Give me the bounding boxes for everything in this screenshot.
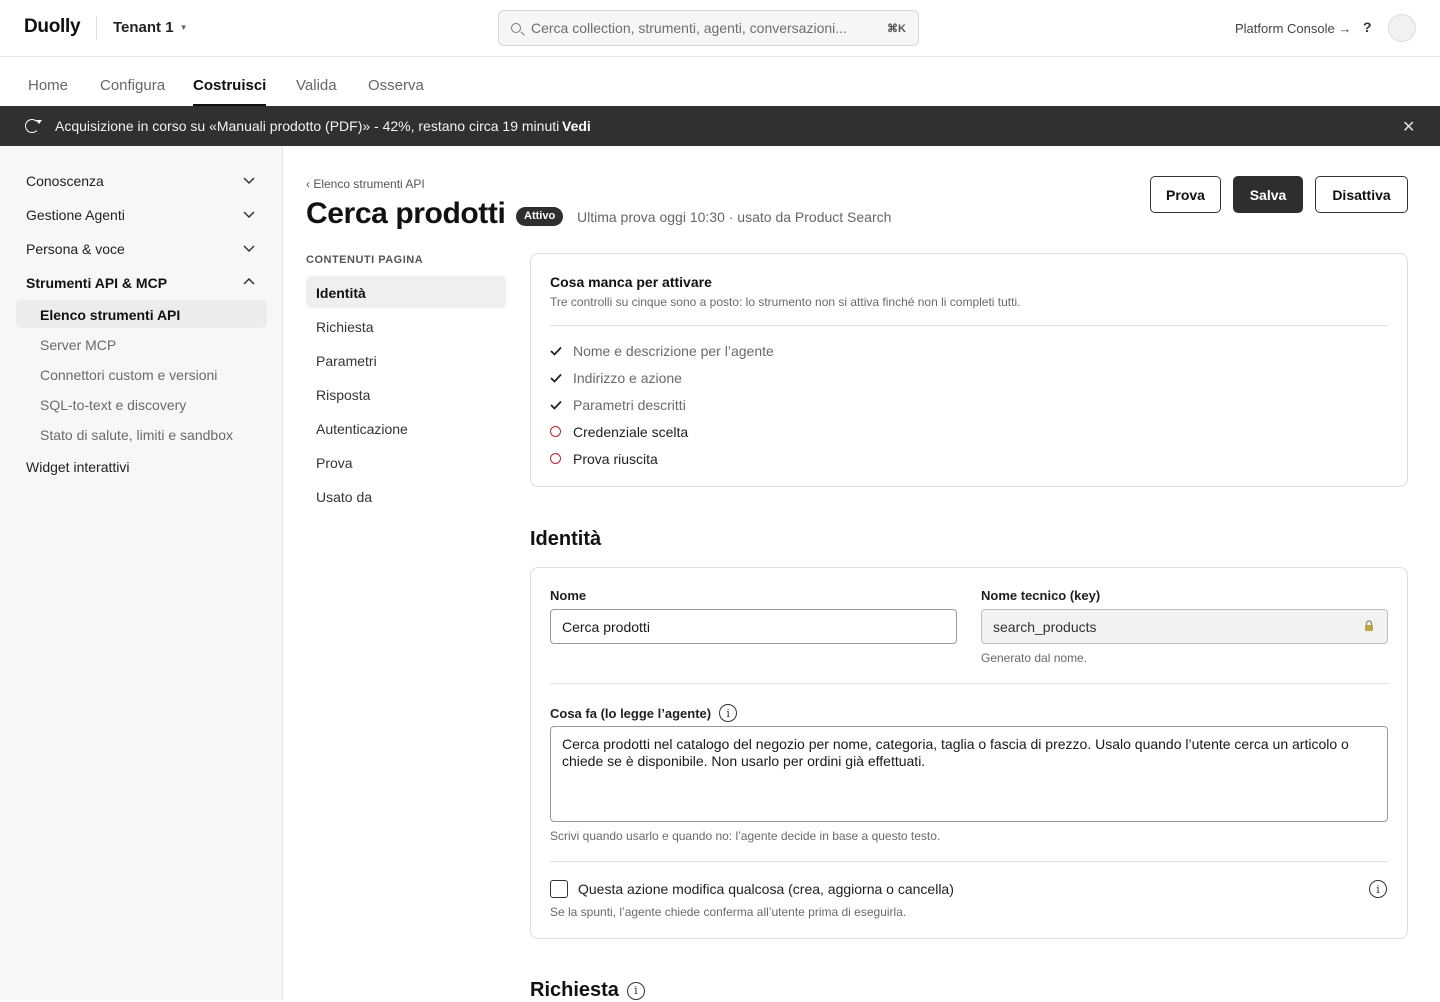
sidebar-group-strumenti-api[interactable]: Strumenti API & MCP [26, 275, 258, 291]
breadcrumb[interactable]: ‹ Elenco strumenti API [306, 177, 425, 191]
check-icon [550, 343, 573, 359]
info-icon[interactable]: i [1369, 880, 1387, 898]
checklist-item-label: Indirizzo e azione [573, 370, 682, 386]
description-textarea[interactable]: Cerca prodotti nel catalogo del negozio … [550, 726, 1388, 822]
divider [550, 683, 1388, 684]
section-title-identita: Identità [530, 528, 601, 551]
tenant-selector[interactable]: Tenant 1 ▼ [113, 19, 188, 36]
checklist-item: Parametri descritti [550, 397, 686, 413]
toc-item-parametri[interactable]: Parametri [316, 353, 377, 369]
checklist-item: Indirizzo e azione [550, 370, 682, 386]
chevron-down-icon: ▼ [179, 23, 188, 32]
search-icon [511, 23, 521, 33]
checklist-item-label: Credenziale scelta [573, 424, 689, 440]
chevron-up-icon [242, 275, 258, 291]
platform-console-link[interactable]: Platform Console → [1235, 21, 1351, 36]
description-label-row: Cosa fa (lo legge l’agente) i [550, 704, 738, 722]
checklist-item: Nome e descrizione per l’agente [550, 343, 774, 359]
description-hint: Scrivi quando usarlo e quando no: l’agen… [550, 829, 941, 843]
toc-item-risposta[interactable]: Risposta [316, 387, 370, 403]
main-nav-tabs: Home Configura Costruisci Valida Osserva [0, 57, 1440, 106]
tab-osserva[interactable]: Osserva [368, 77, 424, 94]
sidebar-group-persona-voce[interactable]: Persona & voce [26, 241, 258, 257]
toc-item-identita[interactable]: Identità [316, 285, 366, 301]
app-logo[interactable]: Duolly [24, 16, 81, 38]
sidebar-group-label: Strumenti API & MCP [26, 275, 168, 291]
sidebar-group-label: Persona & voce [26, 241, 125, 257]
tab-home[interactable]: Home [28, 77, 68, 94]
info-icon[interactable]: i [626, 981, 645, 1000]
modifies-checkbox-label[interactable]: Questa azione modifica qualcosa (crea, a… [578, 881, 954, 897]
tab-costruisci[interactable]: Costruisci [193, 77, 267, 106]
name-label: Nome [550, 588, 587, 603]
sidebar-group-label: Conoscenza [26, 173, 104, 189]
pending-circle-icon [550, 451, 573, 467]
banner-message: Acquisizione in corso su «Manuali prodot… [55, 118, 560, 134]
sidebar-item-connettori-custom[interactable]: Connettori custom e versioni [40, 367, 217, 383]
description-label: Cosa fa (lo legge l’agente) [550, 705, 712, 721]
lock-icon [1365, 620, 1373, 631]
checklist-item-label: Nome e descrizione per l’agente [573, 343, 774, 359]
refresh-icon [25, 119, 39, 133]
help-button[interactable]: ? [1363, 19, 1372, 35]
search-input[interactable] [531, 20, 888, 36]
deactivate-button[interactable]: Disattiva [1315, 176, 1408, 213]
divider [96, 16, 97, 40]
info-icon[interactable]: i [719, 704, 738, 722]
global-search[interactable]: ⌘K [498, 10, 919, 46]
sidebar-group-gestione-agenti[interactable]: Gestione Agenti [26, 207, 258, 223]
sidebar-item-server-mcp[interactable]: Server MCP [40, 337, 116, 353]
toc-heading: CONTENUTI PAGINA [306, 254, 424, 266]
section-title-richiesta: Richiesta i [530, 979, 645, 1002]
modifies-checkbox[interactable] [550, 880, 568, 898]
sidebar-item-stato-salute[interactable]: Stato di salute, limiti e sandbox [40, 427, 233, 443]
divider [550, 861, 1388, 862]
page-title: Cerca prodotti [306, 197, 506, 230]
toc-item-prova[interactable]: Prova [316, 455, 353, 471]
toc-item-usato-da[interactable]: Usato da [316, 489, 372, 505]
checklist-item: Credenziale scelta [550, 424, 688, 440]
divider [550, 325, 1388, 326]
sidebar-group-conoscenza[interactable]: Conoscenza [26, 173, 258, 189]
name-input[interactable] [550, 609, 957, 644]
sidebar-item-sql-to-text[interactable]: SQL-to-text e discovery [40, 397, 186, 413]
sidebar-group-label: Widget interattivi [26, 459, 130, 475]
checklist-item-label: Prova riuscita [573, 451, 658, 467]
try-button[interactable]: Prova [1150, 176, 1221, 213]
checklist-item: Prova riuscita [550, 451, 658, 467]
checklist-subtitle: Tre controlli su cinque sono a posto: lo… [550, 295, 1021, 309]
section-title-text: Richiesta [530, 979, 619, 1001]
tab-valida[interactable]: Valida [296, 77, 337, 94]
check-icon [550, 397, 573, 413]
avatar[interactable] [1388, 14, 1416, 42]
search-shortcut: ⌘K [887, 22, 906, 35]
status-badge: Attivo [516, 207, 564, 226]
key-label: Nome tecnico (key) [981, 588, 1101, 603]
section-title-text: Identità [530, 528, 602, 550]
check-icon [550, 370, 573, 386]
toc-item-richiesta[interactable]: Richiesta [316, 319, 374, 335]
checklist-item-label: Parametri descritti [573, 397, 686, 413]
chevron-down-icon [242, 241, 258, 257]
sidebar-group-label: Gestione Agenti [26, 207, 125, 223]
chevron-down-icon [242, 207, 258, 223]
ingestion-banner: Acquisizione in corso su «Manuali prodot… [0, 106, 1440, 146]
banner-view-link[interactable]: Vedi [562, 118, 591, 134]
key-hint: Generato dal nome. [981, 651, 1088, 665]
pending-circle-icon [550, 424, 573, 440]
save-button[interactable]: Salva [1233, 176, 1303, 213]
toc-item-autenticazione[interactable]: Autenticazione [316, 421, 408, 437]
top-bar: Duolly Tenant 1 ▼ ⌘K Platform Console → … [0, 0, 1440, 57]
chevron-down-icon [242, 173, 258, 189]
tab-configura[interactable]: Configura [100, 77, 165, 94]
page-meta: Ultima prova oggi 10:30 · usato da Produ… [577, 209, 892, 225]
sidebar-item-elenco-strumenti-api[interactable]: Elenco strumenti API [40, 307, 180, 323]
close-icon[interactable]: ✕ [1402, 117, 1415, 137]
modifies-hint: Se la spunti, l’agente chiede conferma a… [550, 905, 907, 919]
key-input[interactable] [981, 609, 1388, 644]
checklist-title: Cosa manca per attivare [550, 274, 712, 290]
sidebar: Conoscenza Gestione Agenti Persona & voc… [0, 146, 283, 1000]
sidebar-group-widget-interattivi[interactable]: Widget interattivi [26, 459, 258, 475]
tenant-name: Tenant 1 [113, 19, 174, 36]
